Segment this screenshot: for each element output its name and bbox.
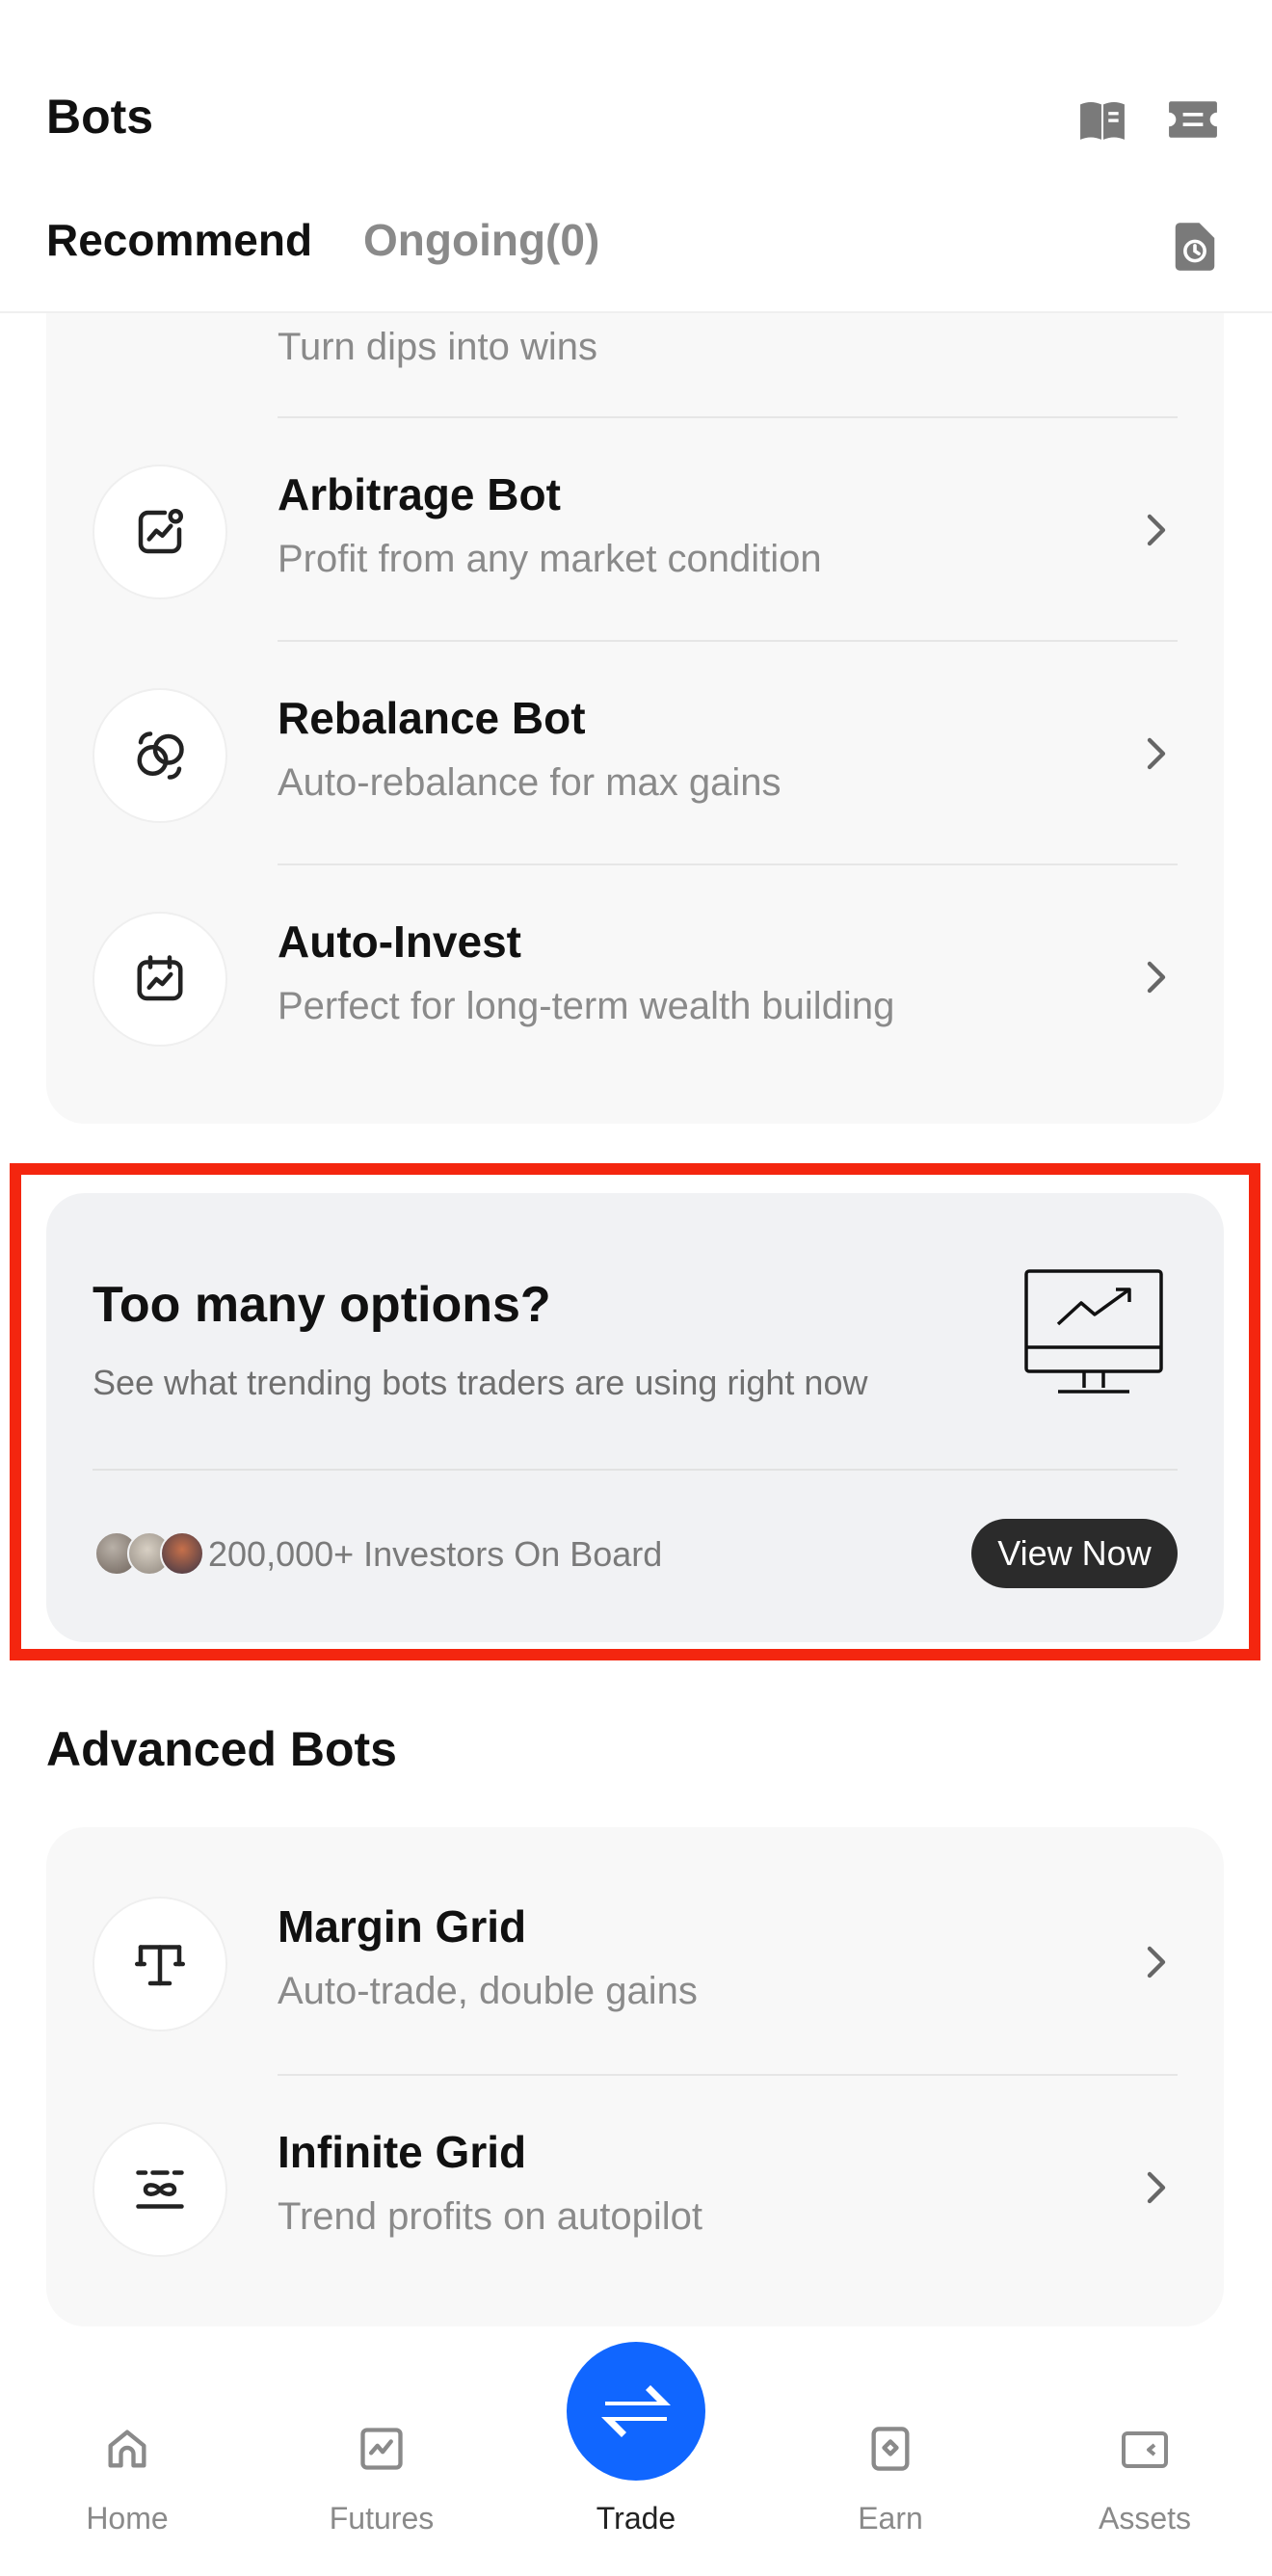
rebalance-icon (93, 688, 227, 823)
chevron-right-icon (1137, 732, 1176, 775)
balance-scale-icon (93, 1897, 227, 2032)
page-title: Bots (46, 90, 154, 144)
promo-title: Too many options? (93, 1277, 551, 1333)
row-subtitle: Turn dips into wins (278, 326, 597, 368)
futures-icon (357, 2424, 407, 2474)
wallet-icon (1120, 2424, 1170, 2474)
investor-avatars (94, 1531, 210, 1576)
row-subtitle: Profit from any market condition (278, 538, 822, 580)
nav-item-home[interactable]: Home (0, 2395, 254, 2576)
avatar (160, 1531, 204, 1576)
history-icon[interactable] (1168, 220, 1222, 274)
swap-icon (601, 2385, 671, 2437)
nav-item-futures[interactable]: Futures (254, 2395, 509, 2576)
app-header: Bots Recommend Ongoing(0) (0, 0, 1272, 313)
row-title: Infinite Grid (278, 2127, 527, 2177)
chevron-right-icon (1137, 956, 1176, 998)
chevron-right-icon (1137, 2166, 1176, 2209)
tab-recommend[interactable]: Recommend (46, 214, 312, 266)
list-item-margin-grid[interactable]: Margin Grid Auto-trade, double gains (46, 1850, 1224, 2074)
chevron-right-icon (1137, 1941, 1176, 1983)
advanced-bots-card: Margin Grid Auto-trade, double gains Inf… (46, 1827, 1224, 2326)
list-item-rebalance-bot[interactable]: Rebalance Bot Auto-rebalance for max gai… (46, 642, 1224, 865)
ticket-icon[interactable] (1166, 93, 1220, 146)
chart-coin-icon (93, 465, 227, 599)
nav-label: Earn (858, 2501, 923, 2536)
list-item-infinite-grid[interactable]: Infinite Grid Trend profits on autopilot (46, 2076, 1224, 2299)
row-subtitle: Auto-trade, double gains (278, 1970, 698, 2012)
nav-label: Trade (596, 2501, 676, 2536)
promo-card[interactable]: Too many options? See what trending bots… (46, 1193, 1224, 1642)
nav-label: Home (86, 2501, 169, 2536)
tab-ongoing[interactable]: Ongoing(0) (363, 214, 599, 266)
home-icon (102, 2424, 152, 2474)
row-title: Margin Grid (278, 1901, 527, 1952)
chevron-right-icon (1137, 509, 1176, 551)
row-title: Arbitrage Bot (278, 469, 561, 519)
list-item-auto-invest[interactable]: Auto-Invest Perfect for long-term wealth… (46, 865, 1224, 1089)
earn-icon (865, 2424, 915, 2474)
book-icon[interactable] (1075, 93, 1129, 146)
section-title: Advanced Bots (46, 1722, 397, 1776)
divider (93, 1469, 1178, 1471)
investors-count: 200,000+ Investors On Board (208, 1534, 663, 1574)
list-item-arbitrage-bot[interactable]: Arbitrage Bot Profit from any market con… (46, 418, 1224, 642)
row-title: Auto-Invest (278, 916, 521, 967)
row-subtitle: Perfect for long-term wealth building (278, 985, 895, 1027)
nav-item-assets[interactable]: Assets (1018, 2395, 1272, 2576)
calendar-chart-icon (93, 912, 227, 1047)
nav-label: Assets (1098, 2501, 1192, 2536)
row-title: Rebalance Bot (278, 693, 586, 743)
row-subtitle: Trend profits on autopilot (278, 2195, 702, 2238)
view-now-button[interactable]: View Now (971, 1519, 1178, 1588)
trade-button[interactable] (567, 2342, 705, 2481)
row-subtitle: Auto-rebalance for max gains (278, 761, 782, 804)
nav-label: Futures (329, 2501, 435, 2536)
infinity-grid-icon (93, 2122, 227, 2257)
promo-subtitle: See what trending bots traders are using… (93, 1363, 868, 1402)
monitor-chart-icon (1023, 1268, 1164, 1399)
nav-item-earn[interactable]: Earn (763, 2395, 1018, 2576)
